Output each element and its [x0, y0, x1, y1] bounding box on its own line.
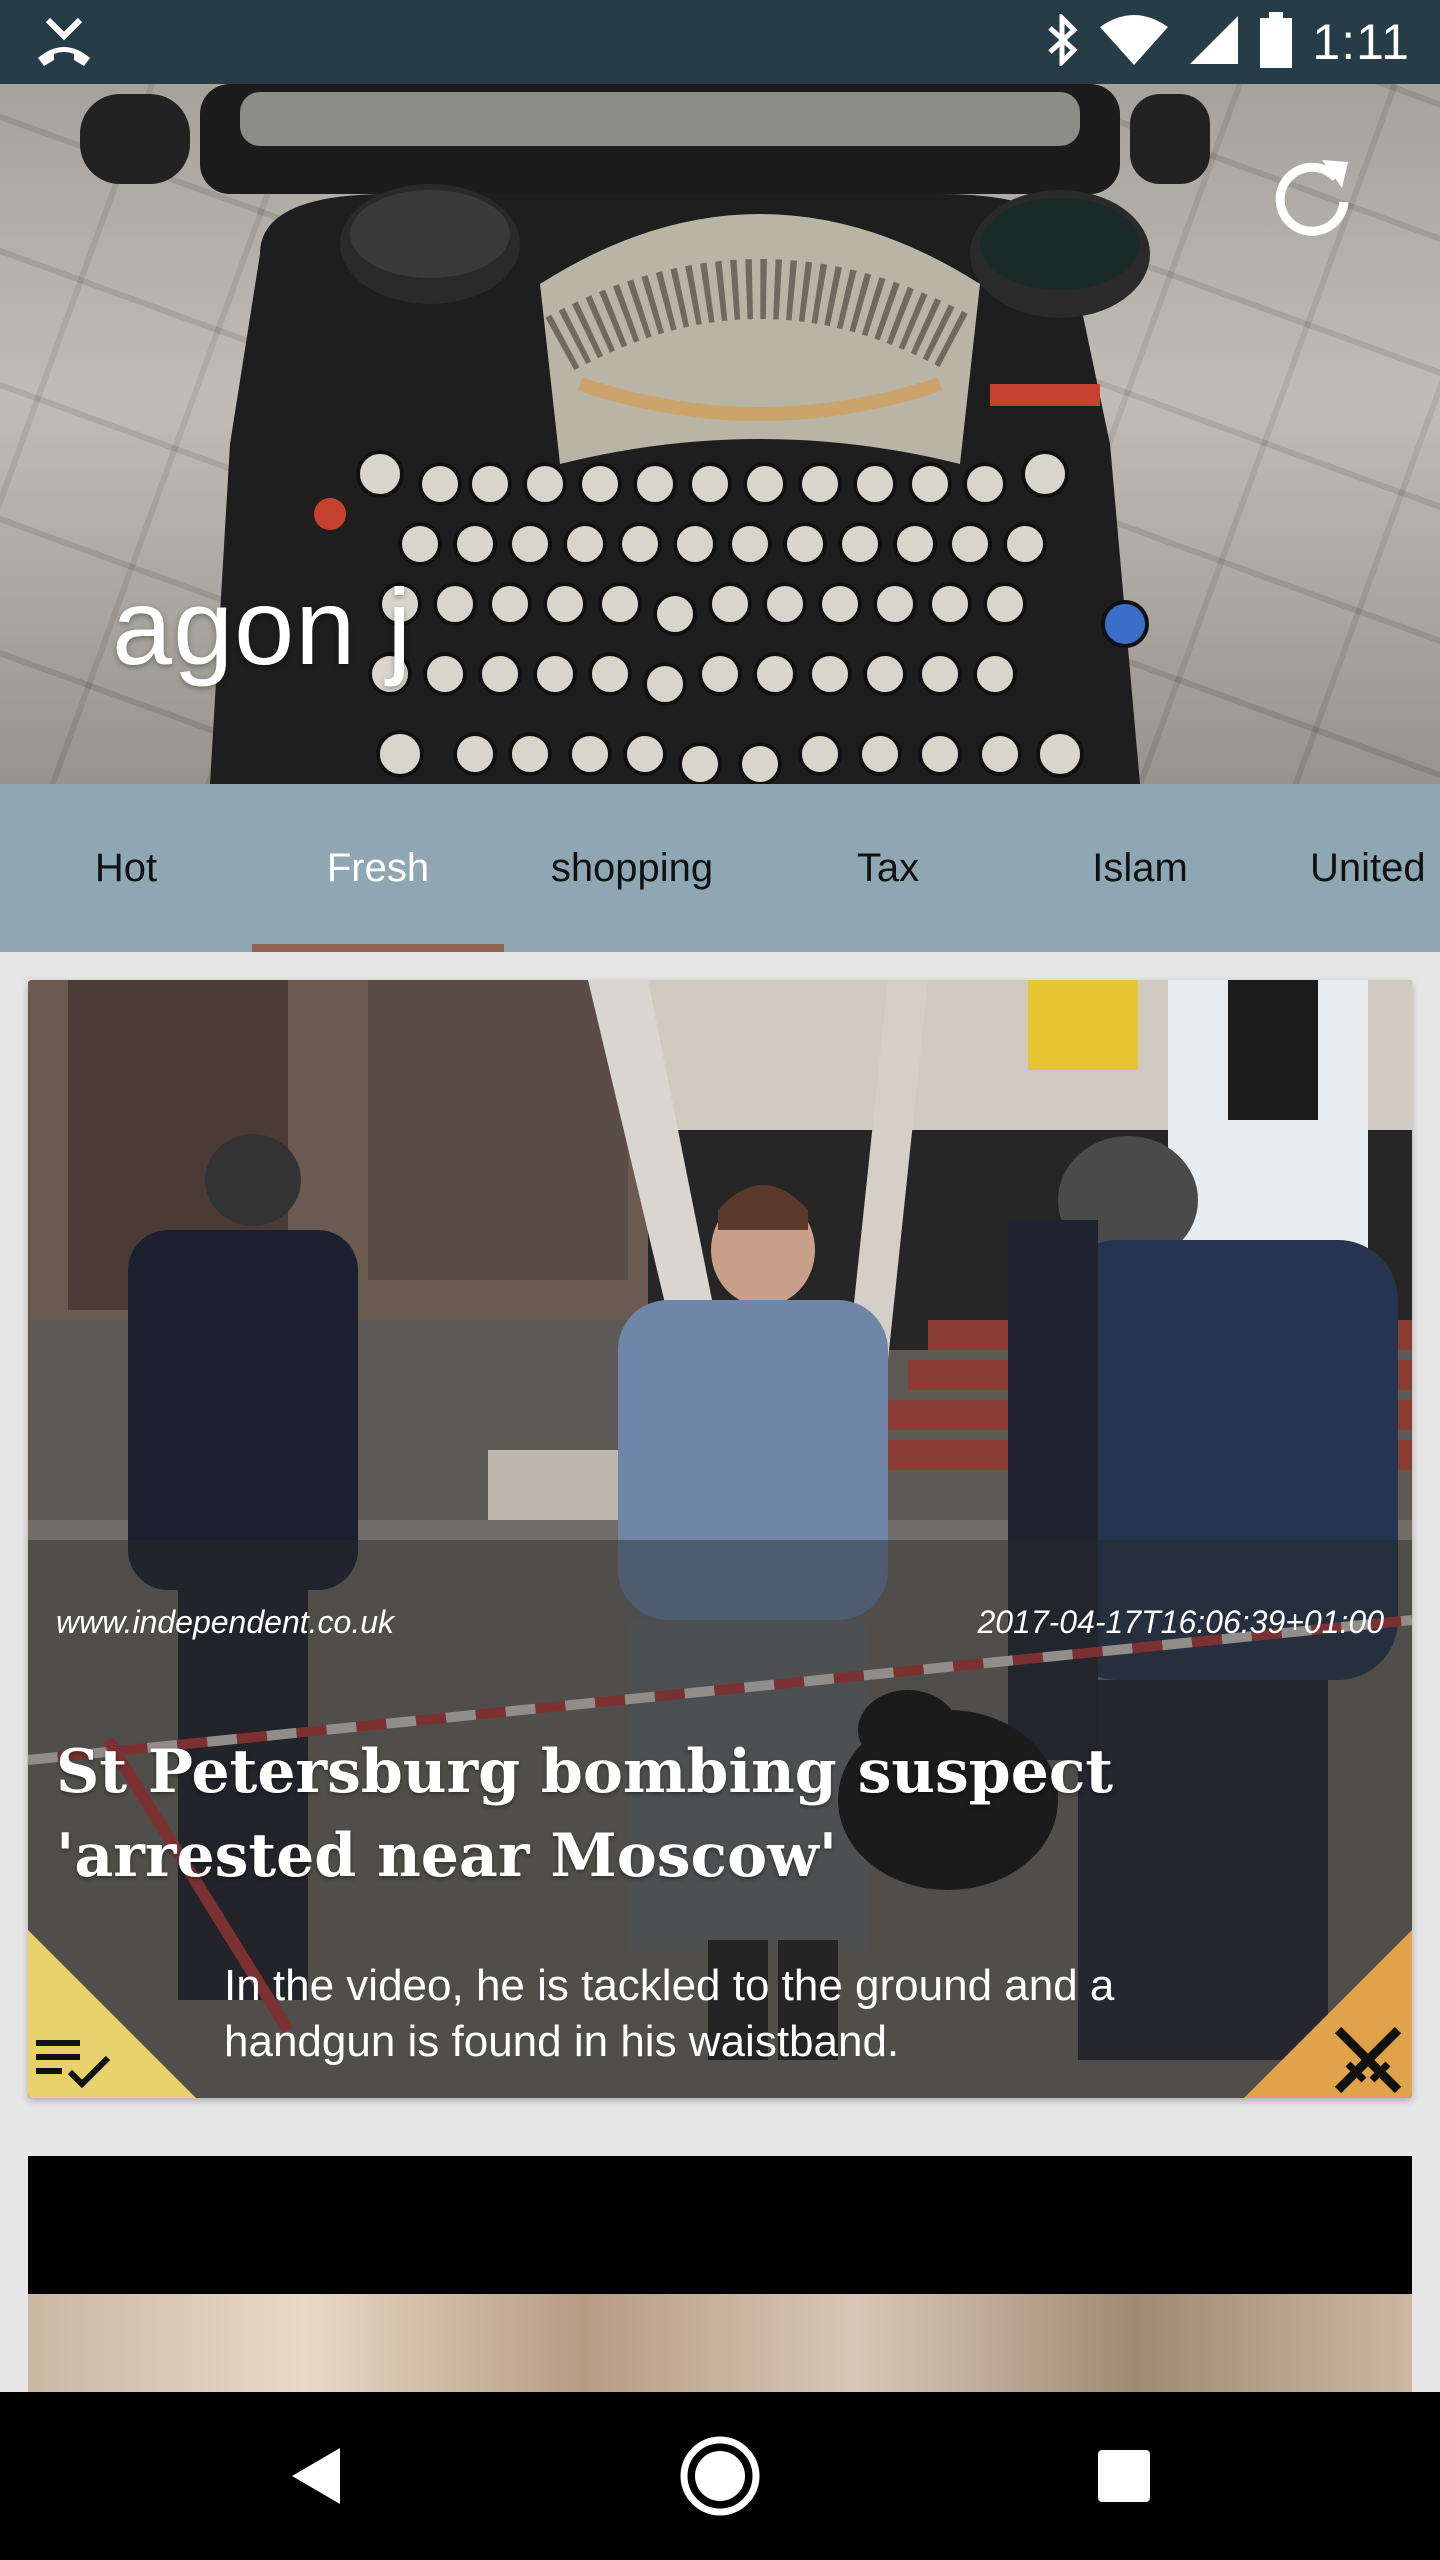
mark-read-button[interactable]	[28, 1930, 196, 2098]
wifi-icon	[1098, 13, 1170, 72]
battery-icon	[1258, 11, 1294, 73]
header-title: agon j	[112, 566, 413, 687]
status-bar: 1:11	[0, 0, 1440, 84]
card-date: 2017-04-17T16:06:39+01:00	[977, 1604, 1384, 1640]
tab-indicator	[252, 944, 504, 952]
card-title[interactable]: St Petersburg bombing suspect 'arrested …	[56, 1730, 1356, 1898]
tab-united[interactable]: United	[1264, 784, 1440, 952]
recents-icon[interactable]	[1078, 2430, 1170, 2522]
tab-shopping[interactable]: shopping	[504, 784, 760, 952]
tab-fresh[interactable]: Fresh	[252, 784, 504, 952]
refresh-icon[interactable]	[1252, 136, 1372, 256]
card-description: In the video, he is tackled to the groun…	[224, 1961, 1115, 2066]
news-card[interactable]: www.independent.co.uk 2017-04-17T16:06:3…	[28, 980, 1412, 2098]
home-icon[interactable]	[674, 2430, 766, 2522]
status-time: 1:11	[1312, 14, 1410, 70]
news-card-2[interactable]	[28, 2156, 1412, 2396]
tab-hot[interactable]: Hot	[0, 784, 252, 952]
card-source[interactable]: www.independent.co.uk	[56, 1604, 394, 1641]
tab-islam[interactable]: Islam	[1016, 784, 1264, 952]
cell-signal-icon	[1188, 14, 1240, 71]
missed-call-icon	[34, 14, 94, 70]
bluetooth-icon	[1044, 11, 1080, 71]
category-tabs: Hot Fresh shopping Tax Islam United	[0, 784, 1440, 952]
header-image: agon j	[0, 84, 1440, 784]
news-photo-2	[28, 2294, 1412, 2396]
dismiss-button[interactable]	[1244, 1930, 1412, 2098]
tab-tax[interactable]: Tax	[760, 784, 1016, 952]
navigation-bar	[0, 2392, 1440, 2560]
back-icon[interactable]	[270, 2430, 362, 2522]
